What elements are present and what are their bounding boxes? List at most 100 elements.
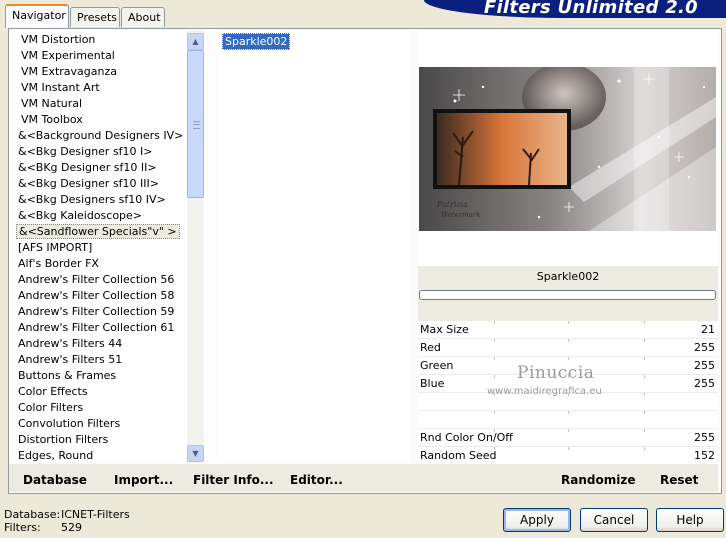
slider-tick bbox=[644, 447, 645, 450]
slider-tick bbox=[644, 393, 645, 396]
filter-category-label: Andrew's Filters 44 bbox=[18, 337, 123, 350]
filter-category-item[interactable]: Andrew's Filter Collection 56 bbox=[9, 272, 189, 288]
filter-category-label: Andrew's Filter Collection 58 bbox=[18, 289, 175, 302]
filter-category-item[interactable]: &<Bkg Designer sf10 I> bbox=[9, 144, 189, 160]
filter-category-label: VM Extravaganza bbox=[21, 65, 118, 78]
randomize-button[interactable]: Randomize bbox=[561, 473, 635, 487]
tab-about-label: About bbox=[128, 11, 161, 24]
filter-category-label: Color Filters bbox=[18, 401, 84, 414]
preview-image: Patrizia Watermark bbox=[419, 67, 716, 231]
filter-category-item[interactable]: Buttons & Frames bbox=[9, 368, 189, 384]
filter-category-item[interactable]: [AFS IMPORT] bbox=[9, 240, 189, 256]
filter-category-item[interactable]: Andrew's Filters 44 bbox=[9, 336, 189, 352]
filter-category-item[interactable]: VM Distortion bbox=[9, 32, 189, 48]
filter-category-list[interactable]: VM Distortion VM Experimental VM Extravaga… bbox=[9, 30, 207, 462]
filter-category-item[interactable]: Andrew's Filter Collection 58 bbox=[9, 288, 189, 304]
filter-category-item[interactable]: VM Natural bbox=[9, 96, 189, 112]
database-value: ICNET-Filters bbox=[61, 508, 130, 521]
parameter-row[interactable]: Max Size 21 bbox=[418, 321, 718, 339]
filter-category-item[interactable]: Andrew's Filter Collection 61 bbox=[9, 320, 189, 336]
filter-category-label: Distortion Filters bbox=[18, 433, 109, 446]
filter-category-label: &<Bkg Designer sf10 I> bbox=[18, 145, 153, 158]
scroll-down-button[interactable]: ▼ bbox=[187, 445, 204, 462]
filter-category-label: Convolution Filters bbox=[18, 417, 121, 430]
filter-category-item[interactable]: Color Effects bbox=[9, 384, 189, 400]
filter-category-label: VM Toolbox bbox=[21, 113, 83, 126]
parameter-row[interactable]: Rnd Color On/Off 255 bbox=[418, 429, 718, 447]
parameter-row[interactable]: Random Seed 152 bbox=[418, 447, 718, 465]
slider-tick bbox=[494, 375, 495, 378]
apply-button[interactable]: Apply bbox=[503, 508, 571, 532]
filter-list-scrollbar[interactable]: ▲ ▼ bbox=[187, 30, 204, 462]
slider-tick bbox=[644, 375, 645, 378]
filter-info-button[interactable]: Filter Info... bbox=[193, 473, 274, 487]
slider-tick bbox=[494, 357, 495, 360]
tab-navigator[interactable]: Navigator bbox=[5, 4, 69, 28]
parameter-value: 255 bbox=[694, 431, 715, 444]
filter-category-item[interactable]: VM Toolbox bbox=[9, 112, 189, 128]
slider-tick bbox=[644, 321, 645, 324]
parameter-row[interactable] bbox=[418, 411, 718, 429]
filter-category-label: Andrew's Filter Collection 56 bbox=[18, 273, 175, 286]
filter-category-label: Andrew's Filter Collection 61 bbox=[18, 321, 175, 334]
help-button[interactable]: Help bbox=[656, 508, 724, 532]
filters-count-label: Filters: bbox=[4, 521, 41, 534]
slider-tick bbox=[494, 339, 495, 342]
filter-category-label: VM Distortion bbox=[21, 33, 96, 46]
filter-category-item[interactable]: &<Bkg Kaleidoscope> bbox=[9, 208, 189, 224]
parameter-value: 255 bbox=[694, 341, 715, 354]
slider-tick bbox=[568, 447, 569, 450]
filter-category-item[interactable]: Andrew's Filter Collection 59 bbox=[9, 304, 189, 320]
filter-category-item[interactable]: Edges, Round bbox=[9, 448, 189, 462]
filter-category-item[interactable]: VM Experimental bbox=[9, 48, 189, 64]
slider-tick bbox=[494, 411, 495, 414]
preview-signature-2: Watermark bbox=[441, 211, 480, 219]
database-button[interactable]: Database bbox=[23, 473, 87, 487]
filter-category-label: VM Experimental bbox=[21, 49, 115, 62]
filter-category-label: Color Effects bbox=[18, 385, 88, 398]
filter-category-item[interactable]: VM Extravaganza bbox=[9, 64, 189, 80]
watermark-name: Pinuccia bbox=[517, 363, 595, 383]
filter-names-list[interactable]: Sparkle002 bbox=[218, 30, 410, 462]
filter-category-item[interactable]: &<Bkg Designer sf10 III> bbox=[9, 176, 189, 192]
scroll-up-button[interactable]: ▲ bbox=[187, 33, 204, 50]
import-button[interactable]: Import... bbox=[114, 473, 173, 487]
grip-icon bbox=[193, 121, 200, 129]
filter-category-label: &<Sandflower Specials"v" > bbox=[16, 224, 180, 239]
parameter-value: 255 bbox=[694, 377, 715, 390]
progress-bar bbox=[419, 290, 716, 300]
filter-category-label: Alf's Border FX bbox=[18, 257, 99, 270]
tab-presets-label: Presets bbox=[77, 11, 118, 24]
filter-category-label: VM Natural bbox=[21, 97, 83, 110]
filter-category-item[interactable]: &<Sandflower Specials"v" > bbox=[9, 224, 189, 240]
filter-category-item[interactable]: Alf's Border FX bbox=[9, 256, 189, 272]
filter-category-label: &<Background Designers IV> bbox=[18, 129, 184, 142]
filter-category-item[interactable]: Distortion Filters bbox=[9, 432, 189, 448]
filter-category-item[interactable]: Color Filters bbox=[9, 400, 189, 416]
filter-category-item[interactable]: &<Background Designers IV> bbox=[9, 128, 189, 144]
filter-category-item[interactable]: &<Bkg Designers sf10 IV> bbox=[9, 192, 189, 208]
filter-category-item[interactable]: &<BKg Designer sf10 II> bbox=[9, 160, 189, 176]
editor-button[interactable]: Editor... bbox=[290, 473, 343, 487]
scroll-thumb[interactable] bbox=[187, 50, 204, 198]
slider-tick bbox=[568, 357, 569, 360]
parameter-value: 152 bbox=[694, 449, 715, 462]
reset-button[interactable]: Reset bbox=[660, 473, 698, 487]
tab-about[interactable]: About bbox=[121, 7, 165, 27]
filter-category-label: Edges, Round bbox=[18, 449, 94, 462]
filter-category-item[interactable]: Convolution Filters bbox=[9, 416, 189, 432]
slider-tick bbox=[644, 339, 645, 342]
tab-presets[interactable]: Presets bbox=[70, 7, 120, 27]
filter-category-label: [AFS IMPORT] bbox=[18, 241, 93, 254]
database-label: Database: bbox=[4, 508, 61, 521]
filters-count-value: 529 bbox=[61, 521, 82, 534]
filter-category-label: &<Bkg Designers sf10 IV> bbox=[18, 193, 166, 206]
filter-category-label: &<BKg Designer sf10 II> bbox=[18, 161, 157, 174]
parameter-row[interactable]: Red 255 bbox=[418, 339, 718, 357]
cancel-button[interactable]: Cancel bbox=[580, 508, 648, 532]
filter-name-item-selected[interactable]: Sparkle002 bbox=[222, 33, 291, 50]
filter-category-item[interactable]: VM Instant Art bbox=[9, 80, 189, 96]
watermark-url: www.maidiregrafica.eu bbox=[487, 386, 602, 397]
filter-category-item[interactable]: Andrew's Filters 51 bbox=[9, 352, 189, 368]
parameter-value: 255 bbox=[694, 359, 715, 372]
